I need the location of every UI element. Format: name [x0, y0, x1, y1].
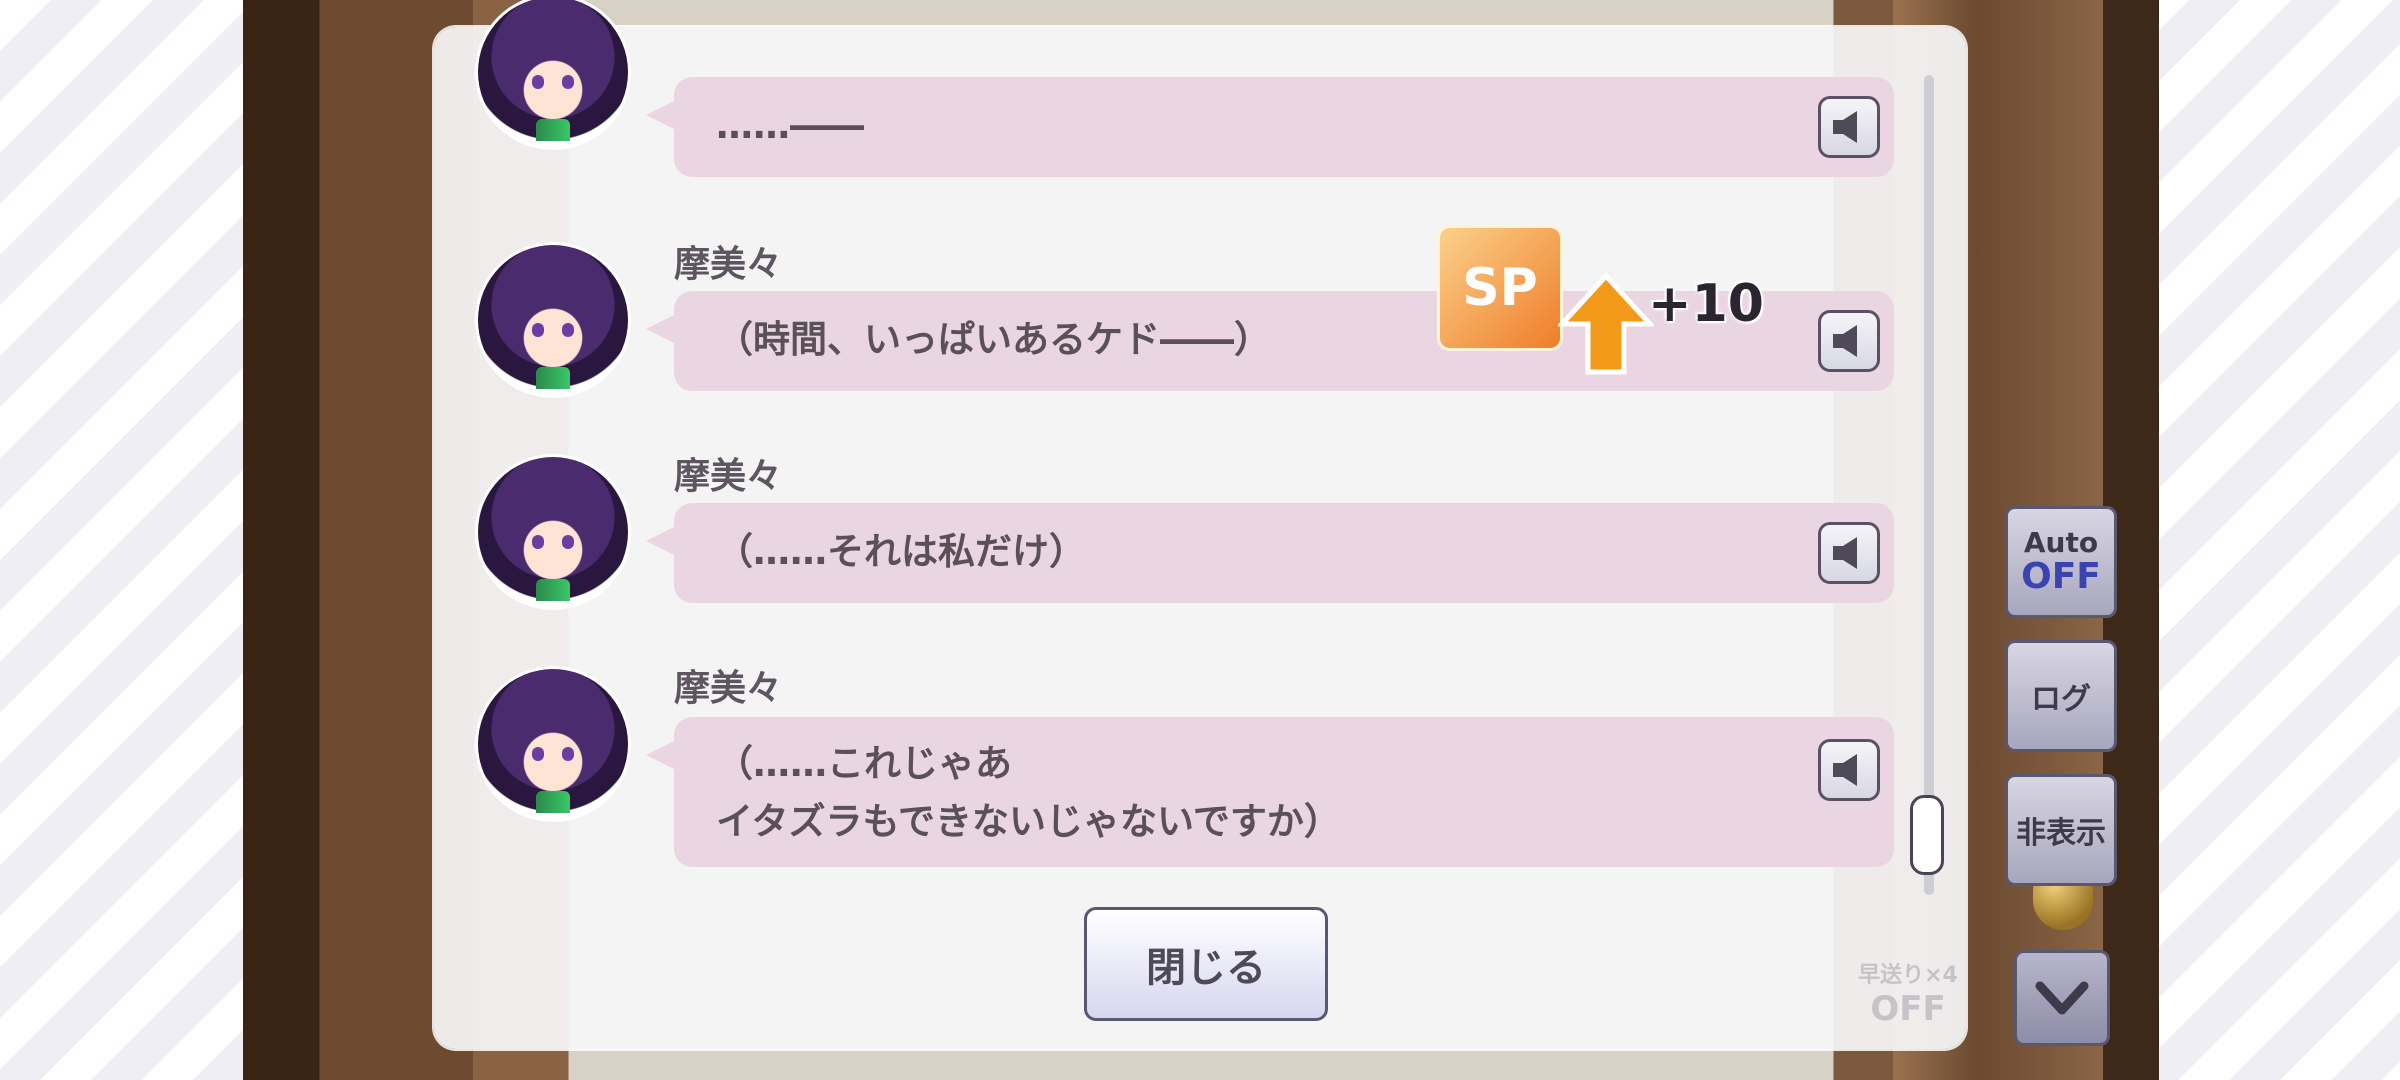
auto-toggle-button[interactable]: Auto OFF — [2005, 506, 2117, 618]
voice-replay-button[interactable] — [1818, 310, 1880, 372]
speaker-icon — [1833, 754, 1857, 786]
up-arrow-icon — [1558, 272, 1654, 375]
fast-forward-label: 早送り×4 — [1858, 963, 1958, 988]
fast-forward-toggle[interactable]: 早送り×4 OFF — [1856, 943, 1960, 1039]
speaker-icon — [1833, 325, 1857, 357]
auto-state: OFF — [2021, 556, 2101, 597]
menu-toggle-button[interactable] — [2014, 950, 2110, 1046]
fast-forward-state: OFF — [1870, 989, 1946, 1029]
log-button[interactable]: ログ — [2005, 640, 2117, 752]
speaker-name: 摩美々 — [674, 456, 783, 497]
scrollbar-track[interactable] — [1924, 75, 1934, 895]
dialogue-bubble: ……―― — [646, 77, 1894, 177]
dialogue-text: （……それは私だけ） — [716, 530, 1086, 573]
voice-replay-button[interactable] — [1818, 739, 1880, 801]
speaker-name: 摩美々 — [674, 668, 783, 709]
close-button[interactable]: 閉じる — [1084, 907, 1328, 1021]
dialogue-text: ……―― — [716, 104, 864, 147]
character-avatar — [478, 457, 628, 607]
speaker-name: 摩美々 — [674, 244, 783, 285]
voice-replay-button[interactable] — [1818, 522, 1880, 584]
dialogue-log-panel: ……―― 摩美々 （時間、いっぱいあるケド――） 摩美々 （……それは私だけ） … — [434, 0, 1966, 1049]
dialogue-text: （時間、いっぱいあるケド――） — [716, 318, 1271, 361]
speaker-icon — [1833, 537, 1857, 569]
character-avatar — [478, 0, 628, 147]
dialogue-text: （……これじゃあ イタズラもできないじゃないですか） — [716, 742, 1341, 843]
sp-badge-icon: SP — [1440, 228, 1560, 348]
character-avatar — [478, 669, 628, 819]
hide-ui-button[interactable]: 非表示 — [2005, 774, 2117, 886]
character-avatar — [478, 245, 628, 395]
auto-label: Auto — [2023, 526, 2099, 559]
dialogue-bubble: （……これじゃあ イタズラもできないじゃないですか） — [646, 717, 1894, 867]
chevron-down-icon — [2035, 981, 2089, 1015]
sp-gain-amount: +10 — [1648, 274, 1764, 334]
voice-replay-button[interactable] — [1818, 96, 1880, 158]
dialogue-bubble: （……それは私だけ） — [646, 503, 1894, 603]
speaker-icon — [1833, 111, 1857, 143]
scrollbar-thumb[interactable] — [1910, 795, 1944, 875]
